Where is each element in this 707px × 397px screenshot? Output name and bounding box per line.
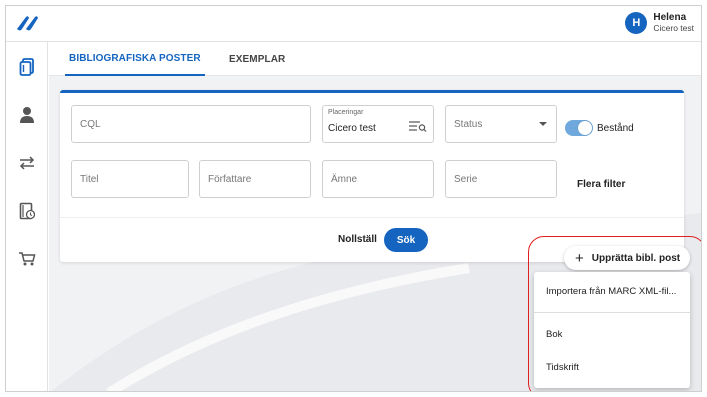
- series-placeholder: Serie: [454, 174, 478, 185]
- sidebar-item-catalog[interactable]: [16, 56, 38, 78]
- status-select[interactable]: Status: [445, 105, 557, 143]
- subject-input[interactable]: Ämne: [322, 160, 434, 198]
- main-content: BIBLIOGRAFISKA POSTER EXEMPLAR CQL Place…: [49, 43, 701, 391]
- user-info: Helena Cicero test: [653, 12, 694, 34]
- transfer-arrows-icon: [19, 156, 35, 170]
- sidebar: [6, 42, 48, 391]
- sidebar-item-patrons[interactable]: [16, 104, 38, 126]
- more-filters-button[interactable]: Flera filter: [577, 179, 625, 190]
- location-label: Placeringar: [328, 109, 364, 116]
- sidebar-item-circulation[interactable]: [16, 152, 38, 174]
- panel-divider: [60, 217, 684, 218]
- holdings-label: Bestånd: [597, 122, 634, 134]
- sidebar-item-loans[interactable]: [16, 200, 38, 222]
- series-input[interactable]: Serie: [445, 160, 557, 198]
- tab-bar: BIBLIOGRAFISKA POSTER EXEMPLAR: [49, 43, 701, 76]
- menu-divider: [534, 312, 690, 313]
- author-input[interactable]: Författare: [199, 160, 311, 198]
- create-record-menu: Importera från MARC XML-fil... Bok Tidsk…: [534, 272, 690, 388]
- cql-input[interactable]: CQL: [71, 105, 311, 143]
- list-search-icon[interactable]: [409, 120, 427, 132]
- books-icon: [19, 58, 34, 76]
- plus-icon: +: [575, 249, 584, 267]
- create-record-button[interactable]: + Upprätta bibl. post: [564, 246, 690, 270]
- book-clock-icon: [19, 202, 35, 220]
- toggle-knob: [578, 121, 592, 135]
- subject-placeholder: Ämne: [331, 174, 358, 185]
- create-record-label: Upprätta bibl. post: [591, 252, 681, 264]
- location-value: Cicero test: [328, 123, 376, 134]
- chevron-down-icon: [539, 122, 547, 126]
- avatar[interactable]: H: [625, 12, 648, 34]
- author-placeholder: Författare: [208, 174, 252, 185]
- user-organization: Cicero test: [653, 23, 694, 33]
- menu-item-book[interactable]: Bok: [546, 329, 562, 340]
- cql-placeholder: CQL: [80, 119, 101, 130]
- location-select[interactable]: Placeringar Cicero test: [322, 105, 434, 143]
- title-input[interactable]: Titel: [71, 160, 189, 198]
- user-menu[interactable]: H Helena Cicero test: [625, 9, 694, 37]
- sidebar-item-acquisitions[interactable]: [16, 248, 38, 270]
- app-logo-icon[interactable]: [14, 14, 40, 32]
- user-icon: [20, 107, 34, 123]
- tab-items[interactable]: EXEMPLAR: [225, 43, 289, 76]
- top-bar: H Helena Cicero test: [6, 6, 701, 42]
- holdings-toggle[interactable]: Bestånd: [565, 120, 634, 136]
- cart-icon: [19, 252, 36, 266]
- app-window: H Helena Cicero test BIBLIOGRAFISKA POST…: [5, 5, 702, 392]
- status-placeholder: Status: [454, 119, 483, 130]
- search-panel: CQL Placeringar Cicero test Status Bestå…: [60, 90, 684, 262]
- title-placeholder: Titel: [80, 174, 99, 185]
- reset-button[interactable]: Nollställ: [338, 234, 377, 245]
- menu-item-import-marc[interactable]: Importera från MARC XML-fil...: [546, 286, 676, 297]
- menu-item-journal[interactable]: Tidskrift: [546, 362, 579, 373]
- search-button[interactable]: Sök: [384, 228, 428, 252]
- user-name: Helena: [653, 12, 687, 23]
- toggle-switch[interactable]: [565, 120, 593, 136]
- tab-bibliographic-records[interactable]: BIBLIOGRAFISKA POSTER: [65, 43, 205, 76]
